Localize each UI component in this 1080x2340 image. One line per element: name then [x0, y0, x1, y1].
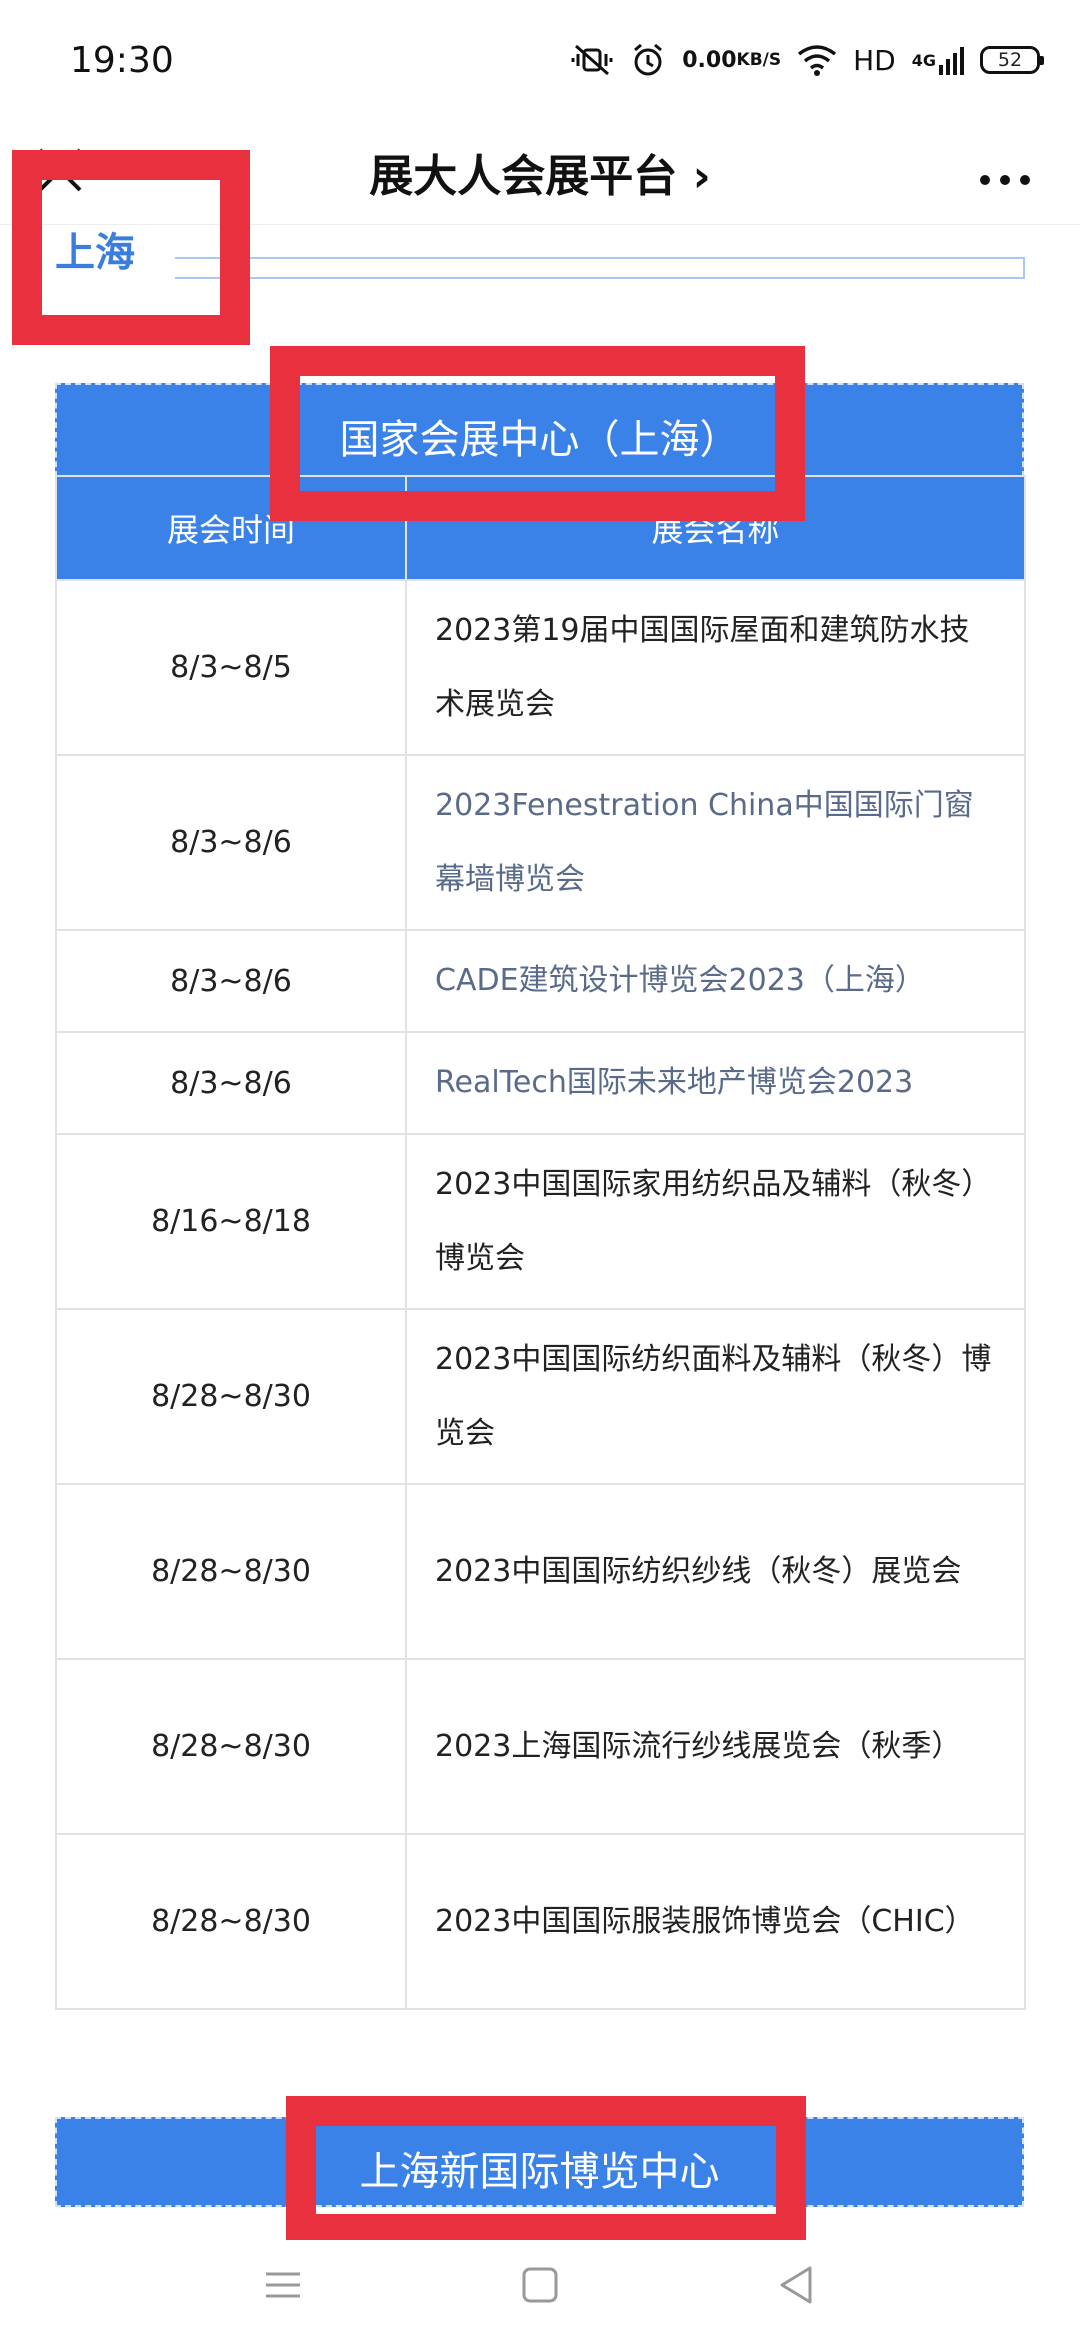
home-icon[interactable]	[515, 2260, 565, 2310]
exhibit-date: 8/3~8/6	[55, 1031, 407, 1135]
table-row[interactable]: 8/3~8/6 RealTech国际未来地产博览会2023	[55, 1031, 1026, 1135]
menu-icon[interactable]	[258, 2260, 308, 2310]
highlight-box	[12, 150, 250, 345]
more-icon[interactable]	[970, 140, 1040, 200]
highlight-box	[270, 346, 805, 521]
exhibit-name: 2023中国国际服装服饰博览会（CHIC）	[405, 1833, 1026, 2010]
hd-indicator: HD	[853, 43, 896, 77]
net-speed-value: 0.00	[682, 47, 737, 73]
exhibit-name: 2023中国国际纺织面料及辅料（秋冬）博览会	[405, 1308, 1026, 1485]
exhibit-date: 8/3~8/6	[55, 754, 407, 931]
exhibit-date: 8/3~8/6	[55, 929, 407, 1033]
system-nav-bar	[0, 2240, 1080, 2340]
exhibit-name-link[interactable]: 2023Fenestration China中国国际门窗幕墙博览会	[405, 754, 1026, 931]
net-speed-unit: KB/S	[736, 49, 782, 70]
table-row[interactable]: 8/3~8/6 CADE建筑设计博览会2023（上海）	[55, 929, 1026, 1033]
wifi-icon	[797, 44, 837, 76]
table-row: 8/3~8/5 2023第19届中国国际屋面和建筑防水技术展览会	[55, 579, 1026, 756]
table-row: 8/28~8/30 2023中国国际纺织纱线（秋冬）展览会	[55, 1483, 1026, 1660]
exhibit-name: 2023中国国际家用纺织品及辅料（秋冬）博览会	[405, 1133, 1026, 1310]
alarm-icon	[630, 42, 666, 78]
status-time: 19:30	[70, 40, 174, 81]
exhibit-name: 2023第19届中国国际屋面和建筑防水技术展览会	[405, 579, 1026, 756]
exhibit-name-link[interactable]: RealTech国际未来地产博览会2023	[405, 1031, 1026, 1135]
exhibit-date: 8/28~8/30	[55, 1658, 407, 1835]
exhibit-name: 2023上海国际流行纱线展览会（秋季）	[405, 1658, 1026, 1835]
net-speed: 0.00 KB/S	[682, 47, 782, 73]
network-type: 4G	[911, 50, 936, 70]
vibrate-mute-icon	[570, 42, 614, 78]
exhibit-date: 8/3~8/5	[55, 579, 407, 756]
table-row: 8/28~8/30 2023中国国际服装服饰博览会（CHIC）	[55, 1833, 1026, 2010]
status-bar: 19:30 0.00 KB/S HD 4G 52	[0, 0, 1080, 120]
exhibit-date: 8/28~8/30	[55, 1483, 407, 1660]
status-icons: 0.00 KB/S HD 4G 52	[570, 38, 1044, 82]
exhibit-date: 8/28~8/30	[55, 1308, 407, 1485]
exhibit-name-link[interactable]: CADE建筑设计博览会2023（上海）	[405, 929, 1026, 1033]
city-divider	[175, 257, 1025, 279]
table-row: 8/28~8/30 2023中国国际纺织面料及辅料（秋冬）博览会	[55, 1308, 1026, 1485]
battery-icon: 52	[980, 46, 1044, 74]
cellular-signal-icon: 4G	[912, 45, 964, 75]
exhibit-table: 展会时间 展会名称 8/3~8/5 2023第19届中国国际屋面和建筑防水技术展…	[55, 475, 1026, 2010]
highlight-box	[286, 2096, 806, 2244]
exhibit-date: 8/16~8/18	[55, 1133, 407, 1310]
table-row[interactable]: 8/3~8/6 2023Fenestration China中国国际门窗幕墙博览…	[55, 754, 1026, 931]
exhibit-name: 2023中国国际纺织纱线（秋冬）展览会	[405, 1483, 1026, 1660]
table-row: 8/28~8/30 2023上海国际流行纱线展览会（秋季）	[55, 1658, 1026, 1835]
table-row: 8/16~8/18 2023中国国际家用纺织品及辅料（秋冬）博览会	[55, 1133, 1026, 1310]
exhibit-date: 8/28~8/30	[55, 1833, 407, 2010]
back-icon[interactable]	[772, 2260, 822, 2310]
